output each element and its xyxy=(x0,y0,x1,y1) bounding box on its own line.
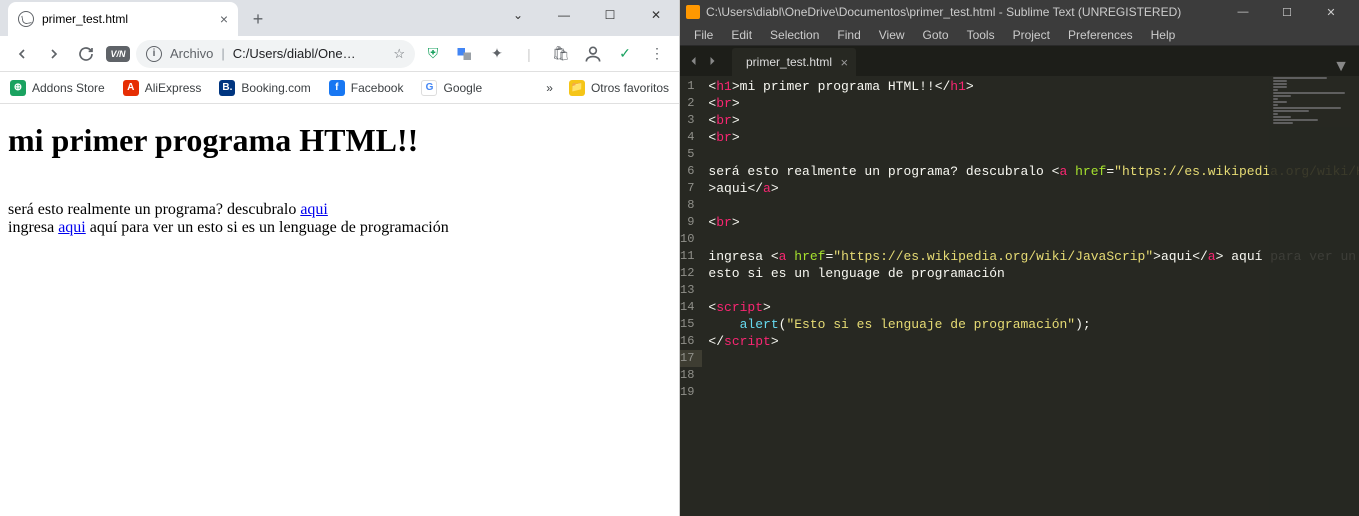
bookmark-google[interactable]: GGoogle xyxy=(421,80,482,96)
menu-selection[interactable]: Selection xyxy=(762,26,827,44)
forward-button[interactable] xyxy=(40,40,68,68)
link-aqui-1[interactable]: aqui xyxy=(300,201,328,218)
profile-icon[interactable] xyxy=(579,40,607,68)
back-button[interactable] xyxy=(8,40,36,68)
tab-title: primer_test.html xyxy=(42,12,128,26)
bookmarks-bar: ⊕Addons Store AAliExpress B.Booking.com … xyxy=(0,72,679,104)
bookmark-facebook[interactable]: fFacebook xyxy=(329,80,404,96)
close-tab-icon[interactable]: × xyxy=(220,11,228,27)
bookmark-aliexpress[interactable]: AAliExpress xyxy=(123,80,202,96)
tab-back-icon[interactable] xyxy=(686,53,702,69)
address-url: C:/Users/diabl/One… xyxy=(233,46,386,61)
sublime-logo-icon xyxy=(686,5,700,19)
menu-file[interactable]: File xyxy=(686,26,721,44)
editor-tab[interactable]: primer_test.html × xyxy=(732,48,856,76)
address-bar[interactable]: i Archivo | C:/Users/diabl/One… ☆ xyxy=(136,40,415,68)
minimize-button[interactable]: — xyxy=(1221,6,1265,19)
globe-icon xyxy=(18,11,34,27)
minimap[interactable] xyxy=(1269,76,1359,516)
line-gutter: 1 2 3 4 5 6 7 8 9 10 11 12 13 14 15 16 1… xyxy=(680,76,702,516)
maximize-button[interactable]: ☐ xyxy=(1265,6,1309,19)
maximize-button[interactable]: ☐ xyxy=(587,0,633,30)
address-label: Archivo xyxy=(170,46,213,61)
menu-help[interactable]: Help xyxy=(1143,26,1184,44)
paragraph-1: será esto realmente un programa? descubr… xyxy=(8,201,671,238)
dropdown-icon[interactable]: ⌄ xyxy=(495,0,541,30)
menu-tools[interactable]: Tools xyxy=(959,26,1003,44)
chrome-window-controls: ⌄ — ☐ ✕ xyxy=(495,0,679,30)
tab-name: primer_test.html xyxy=(746,55,832,69)
page-content: mi primer programa HTML!! será esto real… xyxy=(0,104,679,516)
link-aqui-2[interactable]: aqui xyxy=(58,219,86,236)
sublime-title: C:\Users\diabl\OneDrive\Documentos\prime… xyxy=(706,5,1181,19)
menu-find[interactable]: Find xyxy=(829,26,868,44)
star-icon[interactable]: ☆ xyxy=(393,46,405,62)
bookmark-booking[interactable]: B.Booking.com xyxy=(219,80,310,96)
close-button[interactable]: ✕ xyxy=(633,0,679,30)
code-content[interactable]: <h1>mi primer programa HTML!!</h1><br><b… xyxy=(702,76,1359,516)
sublime-tabbar: primer_test.html × ▼ xyxy=(680,46,1359,76)
chrome-titlebar: primer_test.html × + ⌄ — ☐ ✕ xyxy=(0,0,679,36)
bookmark-otros[interactable]: 📁Otros favoritos xyxy=(569,80,669,96)
sublime-menubar: File Edit Selection Find View Goto Tools… xyxy=(680,24,1359,46)
divider: | xyxy=(515,40,543,68)
sublime-window-controls: — ☐ ✕ xyxy=(1221,6,1353,19)
sublime-window: C:\Users\diabl\OneDrive\Documentos\prime… xyxy=(680,0,1359,516)
close-button[interactable]: ✕ xyxy=(1309,6,1353,19)
puzzle-icon[interactable]: ✦ xyxy=(483,40,511,68)
reload-button[interactable] xyxy=(72,40,100,68)
menu-preferences[interactable]: Preferences xyxy=(1060,26,1141,44)
cart-icon[interactable]: 🛍 xyxy=(547,40,575,68)
extension-badge[interactable]: V/N xyxy=(104,40,132,68)
new-tab-button[interactable]: + xyxy=(244,5,272,33)
close-tab-icon[interactable]: × xyxy=(840,55,848,70)
editor-area[interactable]: 1 2 3 4 5 6 7 8 9 10 11 12 13 14 15 16 1… xyxy=(680,76,1359,516)
bookmarks-overflow[interactable]: » xyxy=(546,81,553,95)
info-icon[interactable]: i xyxy=(146,46,162,62)
translate-icon[interactable] xyxy=(451,40,479,68)
menu-view[interactable]: View xyxy=(871,26,913,44)
security-icon[interactable]: ✓ xyxy=(611,40,639,68)
browser-tab[interactable]: primer_test.html × xyxy=(8,2,238,36)
shield-icon[interactable]: ⛨ xyxy=(419,40,447,68)
tab-forward-icon[interactable] xyxy=(704,53,720,69)
tab-dropdown-icon[interactable]: ▼ xyxy=(1323,58,1359,76)
bookmark-addons[interactable]: ⊕Addons Store xyxy=(10,80,105,96)
menu-icon[interactable]: ⋮ xyxy=(643,40,671,68)
menu-edit[interactable]: Edit xyxy=(723,26,760,44)
menu-goto[interactable]: Goto xyxy=(915,26,957,44)
sublime-titlebar: C:\Users\diabl\OneDrive\Documentos\prime… xyxy=(680,0,1359,24)
chrome-window: primer_test.html × + ⌄ — ☐ ✕ V/N i Archi… xyxy=(0,0,680,516)
menu-project[interactable]: Project xyxy=(1005,26,1058,44)
minimize-button[interactable]: — xyxy=(541,0,587,30)
chrome-toolbar: V/N i Archivo | C:/Users/diabl/One… ☆ ⛨ … xyxy=(0,36,679,72)
page-heading: mi primer programa HTML!! xyxy=(8,122,671,159)
